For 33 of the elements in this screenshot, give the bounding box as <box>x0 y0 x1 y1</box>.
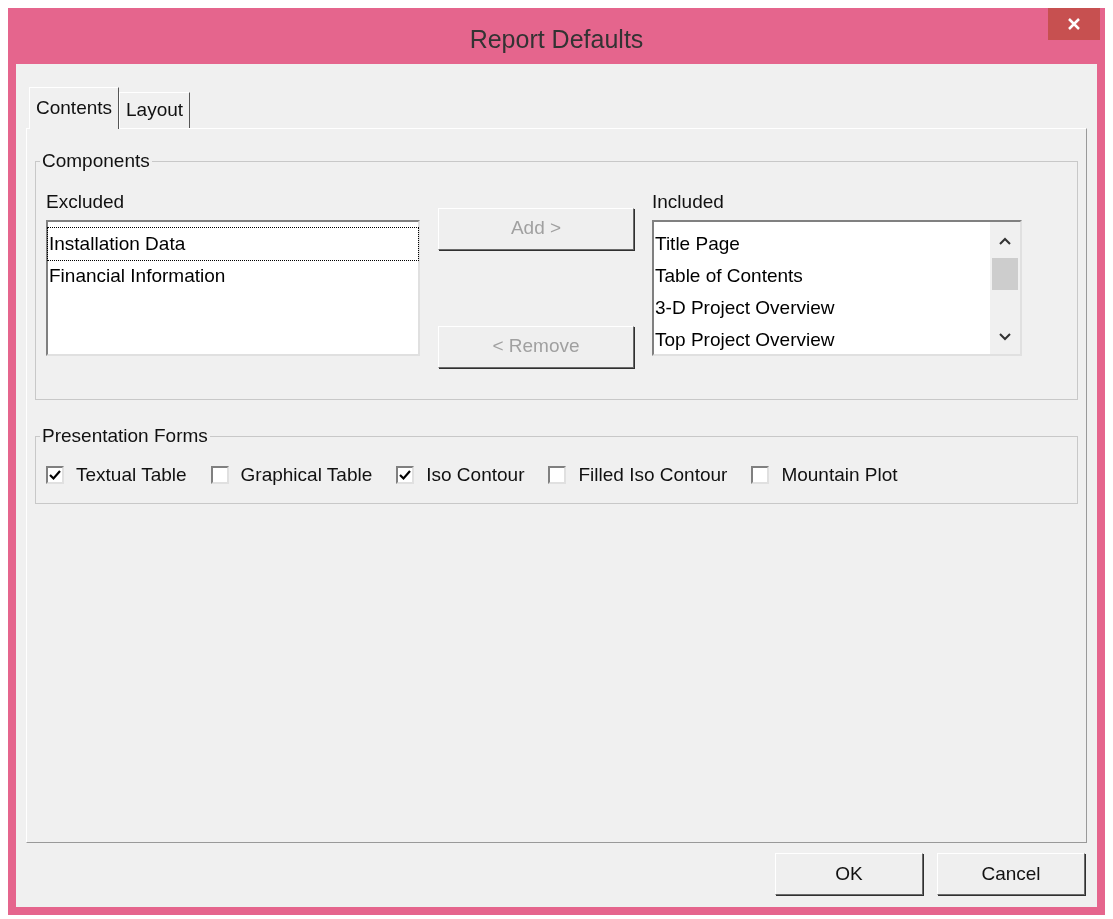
scrollbar[interactable] <box>990 222 1020 354</box>
list-label: Included <box>652 189 725 214</box>
list-item[interactable]: Table of Contents <box>654 260 990 292</box>
close-icon <box>1067 17 1081 31</box>
scroll-down-icon[interactable] <box>998 332 1012 342</box>
list-item[interactable]: Installation Data <box>48 228 418 260</box>
window-title: Report Defaults <box>469 24 644 55</box>
list-label: Excluded <box>46 189 126 214</box>
ok-button[interactable]: OK <box>775 853 923 895</box>
checkbox[interactable] <box>210 465 229 484</box>
list-item[interactable]: Financial Information <box>48 260 418 292</box>
tab[interactable]: Layout <box>119 92 191 128</box>
checkbox[interactable] <box>396 465 415 484</box>
tab[interactable]: Contents <box>29 87 120 129</box>
checkbox-label: Graphical Table <box>240 462 373 487</box>
checkbox-label: Textual Table <box>76 462 187 487</box>
close-button[interactable] <box>1048 8 1100 40</box>
group-title: Components <box>41 149 151 173</box>
list-item[interactable]: 3-D Project Overview <box>654 292 990 324</box>
checkbox[interactable] <box>46 465 64 484</box>
group-title: Presentation Forms <box>41 424 209 448</box>
cancel-button[interactable]: Cancel <box>937 853 1085 895</box>
checkbox[interactable] <box>751 465 770 484</box>
list-item[interactable]: Top Project Overview <box>654 324 990 356</box>
checkbox-label: Iso Contour <box>426 462 525 487</box>
checkbox-label: Mountain Plot <box>781 462 898 487</box>
check-icon <box>399 468 412 481</box>
list-item[interactable]: Title Page <box>654 228 990 260</box>
checkbox-label: Filled Iso Contour <box>578 462 728 487</box>
check-icon <box>49 468 61 481</box>
scroll-up-icon[interactable] <box>998 236 1012 246</box>
checkbox[interactable] <box>548 465 567 484</box>
scroll-thumb[interactable] <box>992 258 1018 290</box>
